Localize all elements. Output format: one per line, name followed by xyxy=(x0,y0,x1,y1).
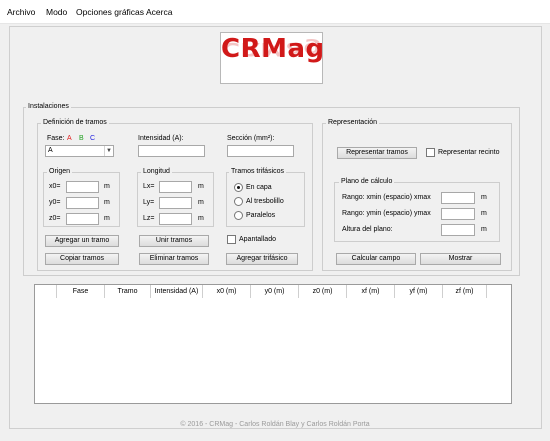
intensidad-input[interactable] xyxy=(138,145,205,157)
menu-archivo[interactable]: Archivo xyxy=(7,7,35,17)
apantallado-label: Apantallado xyxy=(239,236,276,243)
footer-copyright: © 2016 - CRMag - Carlos Roldán Blay y Ca… xyxy=(180,421,370,428)
ly-input[interactable] xyxy=(159,197,192,209)
lx-label: Lx= xyxy=(143,183,155,190)
y0-label: y0= xyxy=(49,199,61,206)
plano-calculo-label: Plano de cálculo xyxy=(339,178,395,186)
representar-recinto-checkbox[interactable] xyxy=(426,148,435,157)
menu-opciones-graficas[interactable]: Opciones gráficas xyxy=(76,7,144,17)
altura-plano-unit: m xyxy=(481,226,487,233)
x0-input[interactable] xyxy=(66,181,99,193)
unir-tramos-button[interactable]: Unir tramos xyxy=(139,235,209,247)
menu-bar: Archivo Modo Opciones gráficas Acerca xyxy=(0,0,550,24)
fase-c-letter: C xyxy=(90,135,96,142)
apantallado-checkbox[interactable] xyxy=(227,235,236,244)
table-header-cell: Tramo xyxy=(105,285,151,298)
en-capa-label: En capa xyxy=(246,184,272,191)
x0-label: x0= xyxy=(49,183,61,190)
calcular-campo-button[interactable]: Calcular campo xyxy=(336,253,416,265)
seccion-label: Sección (mm²): xyxy=(227,135,275,142)
table-header-cell: Intensidad (A) xyxy=(151,285,203,298)
origen-label: Origen xyxy=(47,168,73,176)
z0-label: z0= xyxy=(49,215,61,222)
representar-recinto-label: Representar recinto xyxy=(438,149,500,156)
table-header-cell: x0 (m) xyxy=(203,285,251,298)
paralelos-label: Paralelos xyxy=(246,212,276,219)
rango-y-label: Rango: ymin (espacio) ymax xyxy=(342,210,431,217)
fase-label: Fase: xyxy=(47,135,65,142)
z0-unit: m xyxy=(104,215,110,222)
intensidad-label: Intensidad (A): xyxy=(138,135,184,142)
ly-label: Ly= xyxy=(143,199,155,206)
agregar-tramo-button[interactable]: Agregar un tramo xyxy=(45,235,119,247)
al-tresbolillo-label: Al tresbolillo xyxy=(246,198,284,205)
table-header-cell: xf (m) xyxy=(347,285,395,298)
definicion-tramos-label: Definición de tramos xyxy=(41,119,109,127)
ly-unit: m xyxy=(198,199,204,206)
tramos-trifasicos-label: Tramos trifásicos xyxy=(229,168,287,176)
rango-y-unit: m xyxy=(481,210,487,217)
mostrar-button[interactable]: Mostrar xyxy=(420,253,501,265)
tramos-table[interactable]: Fase Tramo Intensidad (A) x0 (m) y0 (m) … xyxy=(34,284,512,404)
fase-select-value: A xyxy=(48,147,53,154)
logo-reflection: CRMag xyxy=(221,38,323,59)
lx-unit: m xyxy=(198,183,204,190)
rango-y-input[interactable] xyxy=(441,208,475,220)
x0-unit: m xyxy=(104,183,110,190)
fase-a-letter: A xyxy=(67,135,72,142)
z0-input[interactable] xyxy=(66,213,99,225)
altura-plano-label: Altura del plano: xyxy=(342,226,393,233)
y0-input[interactable] xyxy=(66,197,99,209)
instalaciones-label: Instalaciones xyxy=(26,103,71,111)
agregar-trifasico-button[interactable]: Agregar trifásico xyxy=(226,253,298,265)
y0-unit: m xyxy=(104,199,110,206)
rango-x-unit: m xyxy=(481,194,487,201)
table-header-cell xyxy=(35,285,57,298)
app-logo: CRMag CRMag xyxy=(220,32,323,84)
radio-en-capa[interactable] xyxy=(234,183,243,192)
menu-modo[interactable]: Modo xyxy=(46,7,67,17)
rango-x-label: Rango: xmin (espacio) xmax xyxy=(342,194,431,201)
eliminar-tramos-button[interactable]: Eliminar tramos xyxy=(139,253,209,265)
altura-plano-input[interactable] xyxy=(441,224,475,236)
representar-tramos-button[interactable]: Representar tramos xyxy=(337,147,417,159)
lz-unit: m xyxy=(198,215,204,222)
radio-al-tresbolillo[interactable] xyxy=(234,197,243,206)
table-header: Fase Tramo Intensidad (A) x0 (m) y0 (m) … xyxy=(35,285,487,298)
lx-input[interactable] xyxy=(159,181,192,193)
fase-b-letter: B xyxy=(79,135,84,142)
chevron-down-icon: ▼ xyxy=(104,146,113,156)
rango-x-input[interactable] xyxy=(441,192,475,204)
representacion-label: Representación xyxy=(326,119,380,127)
lz-input[interactable] xyxy=(159,213,192,225)
table-header-cell: y0 (m) xyxy=(251,285,299,298)
seccion-input[interactable] xyxy=(227,145,294,157)
longitud-label: Longitud xyxy=(141,168,172,176)
copiar-tramos-button[interactable]: Copiar tramos xyxy=(45,253,119,265)
table-header-cell: yf (m) xyxy=(395,285,443,298)
radio-paralelos[interactable] xyxy=(234,211,243,220)
table-header-cell: zf (m) xyxy=(443,285,487,298)
table-header-cell: Fase xyxy=(57,285,105,298)
fase-select[interactable]: A ▼ xyxy=(45,145,114,157)
lz-label: Lz= xyxy=(143,215,155,222)
menu-acerca[interactable]: Acerca xyxy=(146,7,172,17)
table-header-cell: z0 (m) xyxy=(299,285,347,298)
